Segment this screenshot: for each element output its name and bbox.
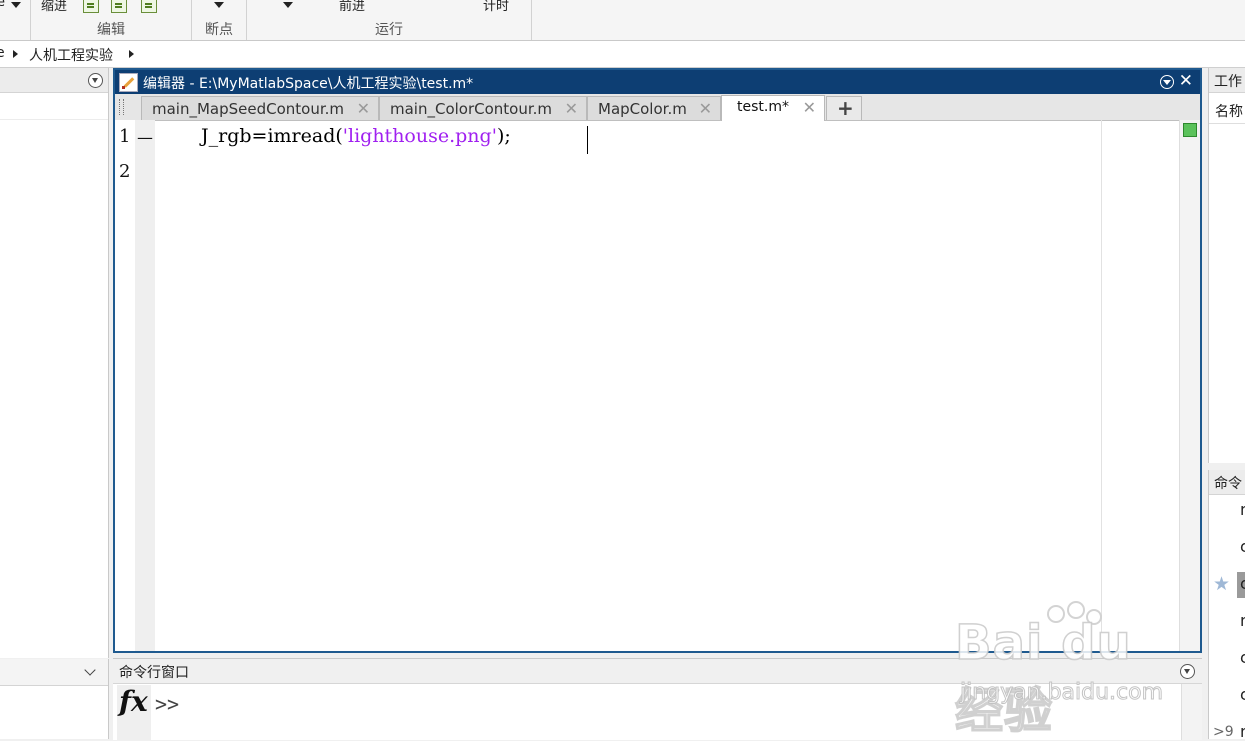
plus-icon: + [837, 96, 854, 120]
history-item[interactable]: c [1240, 685, 1245, 704]
fx-icon: fx [119, 685, 148, 718]
run-and-time-label[interactable]: 计时 [483, 0, 509, 14]
tab-close-icon[interactable]: ✕ [357, 99, 370, 118]
breadcrumb-arrow-icon[interactable] [129, 50, 134, 58]
command-history-title: 命令 [1214, 476, 1242, 492]
chevron-down-icon[interactable] [84, 664, 96, 676]
history-item[interactable]: c [1240, 537, 1245, 556]
advance-label[interactable]: 前进 [339, 0, 365, 14]
editor-window: 编辑器 - E:\MyMatlabSpace\人机工程实验\test.m* ✕ … [113, 68, 1202, 653]
smart-indent-icon[interactable] [83, 0, 99, 13]
workspace-title: 工作 [1214, 74, 1242, 90]
code-area[interactable]: J_rgb=imread('lighthouse.png'); [155, 120, 1180, 651]
grip-icon[interactable] [119, 99, 124, 115]
panel-menu-icon[interactable] [1180, 664, 1195, 679]
panel-menu-icon[interactable] [88, 73, 103, 88]
editor-title-bar: 编辑器 - E:\MyMatlabSpace\人机工程实验\test.m* ✕ [115, 70, 1200, 94]
add-tab-button[interactable]: + [826, 96, 862, 120]
history-item[interactable]: n [1240, 500, 1245, 519]
edit-group-label: 编辑 [97, 22, 125, 38]
increase-indent-icon[interactable] [111, 0, 127, 13]
workspace-column-header[interactable]: 名称 [1209, 93, 1245, 124]
editor-pencil-icon [119, 73, 138, 92]
current-folder-header [0, 68, 108, 93]
editor-scrollbar[interactable] [1179, 120, 1200, 651]
tab-close-icon[interactable]: ✕ [803, 98, 816, 117]
string-literal: 'lighthouse.png' [342, 125, 497, 147]
line-number-gutter: 1 2 [115, 120, 135, 651]
address-bar[interactable]: e 人机工程实验 [0, 41, 1245, 68]
toolstrip-group-left [0, 0, 31, 40]
current-folder-column-header [0, 93, 108, 120]
code-analyzer-status-icon[interactable] [1183, 123, 1197, 137]
text-cursor [587, 126, 588, 154]
breakpoint-column[interactable] [135, 120, 155, 651]
tab-mapcolor[interactable]: MapColor.m ✕ [587, 96, 721, 120]
function-browser-button[interactable]: fx [117, 685, 151, 740]
breadcrumb-partial[interactable]: e [0, 45, 5, 61]
run-dropdown-icon[interactable] [283, 2, 293, 8]
indent-label[interactable]: 缩进 [41, 0, 67, 14]
current-folder-panel [0, 68, 109, 658]
command-history-header: 命令 [1209, 470, 1245, 495]
toolstrip-group-edit: 缩进 编辑 [31, 0, 192, 40]
toolstrip-group-breakpoint: 断点 [192, 0, 247, 40]
history-item[interactable]: n [1240, 611, 1245, 630]
tab-test[interactable]: test.m* ✕ [721, 95, 825, 121]
line-number: 1 [119, 126, 131, 147]
toolstrip: e 缩进 编辑 断点 前进 计时 运行 [0, 0, 1245, 41]
editor-tab-bar: main_MapSeedContour.m ✕ main_ColorContou… [115, 94, 1200, 121]
history-item[interactable]: c [1240, 574, 1245, 593]
tab-label: MapColor.m [598, 100, 687, 118]
tab-close-icon[interactable]: ✕ [699, 99, 712, 118]
code-text: J_rgb=imread( [201, 125, 343, 147]
command-window-title: 命令行窗口 [119, 665, 189, 681]
close-icon[interactable]: ✕ [1179, 71, 1193, 91]
editor-title: 编辑器 - E:\MyMatlabSpace\人机工程实验\test.m* [143, 76, 474, 92]
command-prompt[interactable]: >> [155, 692, 179, 716]
command-history-panel: 命令 n c ★ c n c c >9 n [1208, 470, 1245, 741]
breakpoint-group-label: 断点 [205, 22, 233, 38]
tab-main-colorcontour[interactable]: main_ColorContour.m ✕ [379, 96, 587, 120]
breadcrumb-folder[interactable]: 人机工程实验 [29, 45, 113, 65]
breadcrumb-arrow-icon[interactable] [13, 50, 18, 58]
code-line[interactable]: J_rgb=imread('lighthouse.png'); [201, 125, 511, 147]
breakpoint-dropdown-icon[interactable] [214, 2, 224, 8]
command-window-scrollbar[interactable] [1181, 684, 1202, 740]
star-icon[interactable]: ★ [1213, 573, 1230, 595]
command-window-header: 命令行窗口 [113, 659, 1202, 684]
workspace-panel: 工作 名称 [1208, 68, 1245, 463]
history-group-count: >9 [1213, 724, 1234, 740]
history-item[interactable]: n [1240, 722, 1245, 741]
editor-menu-icon[interactable] [1160, 75, 1174, 89]
code-text: ); [496, 125, 511, 147]
decrease-indent-icon[interactable] [141, 0, 157, 13]
workspace-header: 工作 [1209, 68, 1245, 93]
command-window: 命令行窗口 fx >> [113, 658, 1202, 740]
right-margin-line [1101, 120, 1102, 651]
tab-label: main_ColorContour.m [390, 100, 553, 118]
run-group-label: 运行 [375, 22, 403, 38]
name-column-header[interactable]: 名称 [1215, 101, 1243, 121]
toolstrip-group-run: 前进 计时 运行 [247, 0, 532, 40]
tab-label: test.m* [737, 99, 789, 115]
history-item[interactable]: c [1240, 648, 1245, 667]
tab-close-icon[interactable]: ✕ [565, 99, 578, 118]
tab-label: main_MapSeedContour.m [152, 100, 345, 118]
line-number: 2 [119, 161, 131, 182]
details-panel [0, 659, 109, 739]
details-header[interactable] [0, 659, 108, 686]
executable-line-marker[interactable]: — [137, 128, 153, 147]
tab-main-mapseedcontour[interactable]: main_MapSeedContour.m ✕ [141, 96, 379, 120]
